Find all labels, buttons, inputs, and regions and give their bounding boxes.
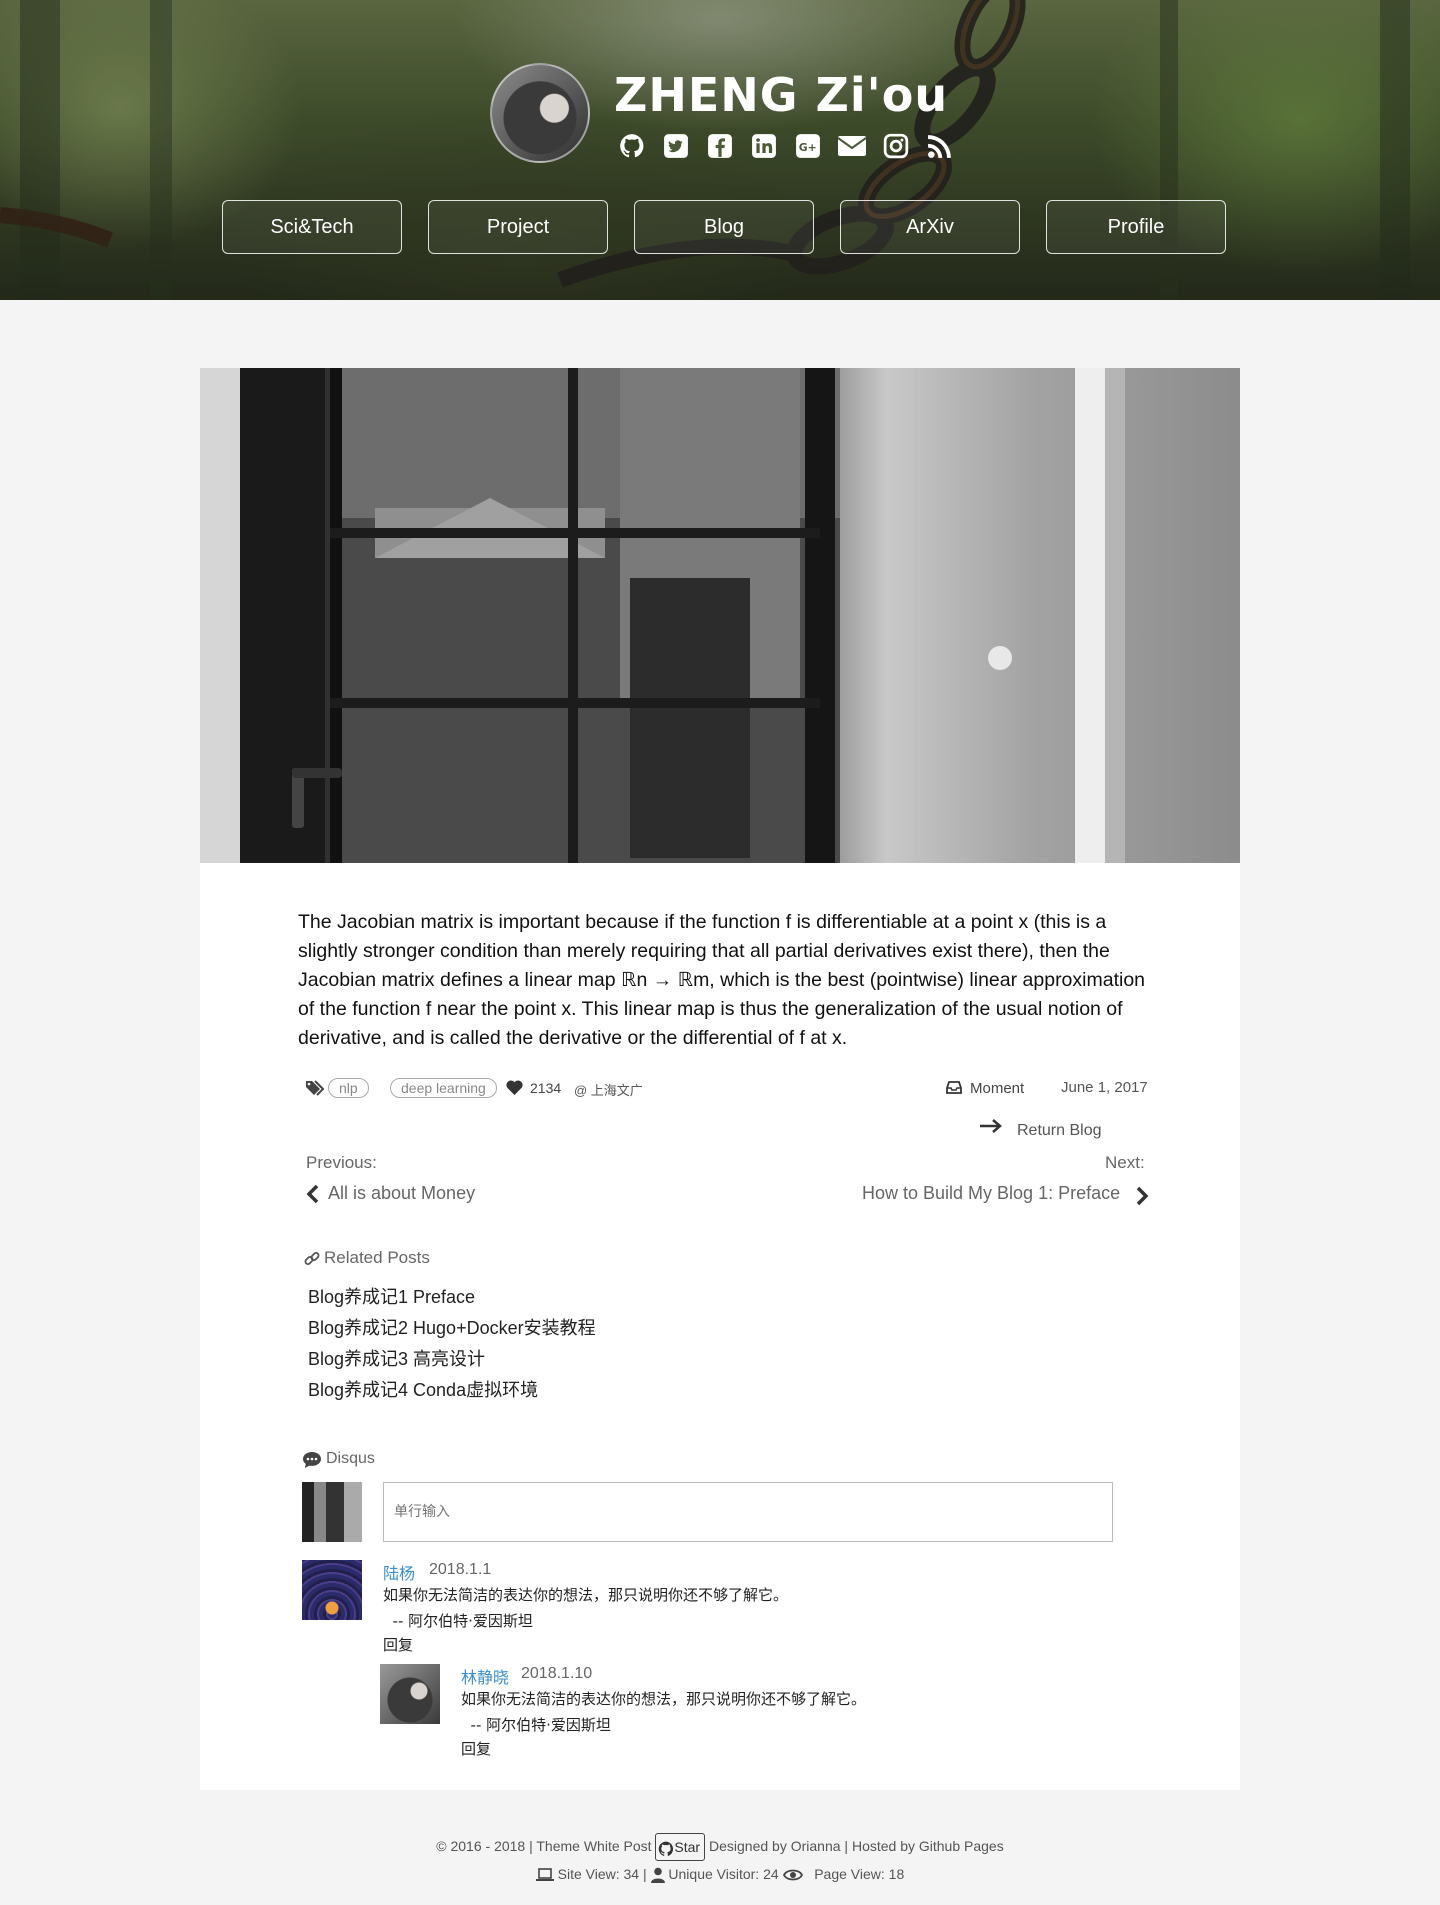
copyright: © 2016 - 2018 | Theme White Post <box>436 1838 652 1854</box>
related-posts-heading: Related Posts <box>304 1248 430 1268</box>
tag-deep-learning[interactable]: deep learning <box>390 1078 497 1098</box>
comment-author[interactable]: 林静晓 <box>461 1664 509 1688</box>
heart-icon[interactable] <box>506 1080 523 1098</box>
reply-button[interactable]: 回复 <box>461 1738 491 1759</box>
link-icon <box>304 1251 320 1272</box>
like-count: 2134 <box>530 1080 562 1096</box>
related-post-link[interactable]: Blog养成记3 高亮设计 <box>308 1344 596 1375</box>
post-location: @ 上海文广 <box>574 1083 643 1098</box>
arrow-right-icon <box>979 1118 1003 1139</box>
return-blog-link[interactable]: Return Blog <box>980 1119 1102 1140</box>
main-navigation: Sci&Tech Project Blog ArXiv Profile <box>222 200 1226 254</box>
hosted-by[interactable]: Hosted by Github Pages <box>852 1838 1004 1854</box>
mail-icon[interactable] <box>838 132 866 160</box>
github-icon[interactable] <box>618 132 646 160</box>
svg-text:G+: G+ <box>799 141 817 154</box>
page-view-count: Page View: 18 <box>814 1866 905 1882</box>
post-date: June 1, 2017 <box>1061 1079 1148 1096</box>
next-post-link[interactable]: How to Build My Blog 1: Preface <box>862 1183 1120 1204</box>
reply-button[interactable]: 回复 <box>383 1634 413 1655</box>
profile-avatar[interactable] <box>490 63 590 163</box>
site-view-count: Site View: 34 | <box>557 1866 647 1882</box>
related-posts-list: Blog养成记1 Preface Blog养成记2 Hugo+Docker安装教… <box>308 1282 596 1406</box>
related-post-link[interactable]: Blog养成记4 Conda虚拟环境 <box>308 1375 596 1406</box>
comment-avatar[interactable] <box>380 1664 440 1724</box>
comment-date: 2018.1.1 <box>429 1561 492 1578</box>
facebook-icon[interactable] <box>706 132 734 160</box>
laptop-icon <box>535 1868 554 1882</box>
comment-text: 如果你无法简洁的表达你的想法，那只说明你还不够了解它。 <box>461 1690 867 1708</box>
comment-avatar[interactable] <box>302 1560 362 1620</box>
related-post-link[interactable]: Blog养成记1 Preface <box>308 1282 596 1313</box>
unique-visitor-count: Unique Visitor: 24 <box>668 1866 779 1882</box>
chevron-right-icon[interactable] <box>1135 1186 1149 1211</box>
post-hero-image <box>200 368 1240 863</box>
comment-date: 2018.1.10 <box>521 1665 593 1682</box>
site-title[interactable]: ZHENG Zi'ou <box>614 68 948 122</box>
comment-input[interactable] <box>383 1482 1113 1542</box>
tags-icon <box>306 1080 326 1099</box>
github-icon <box>659 1841 674 1856</box>
related-post-link[interactable]: Blog养成记2 Hugo+Docker安装教程 <box>308 1313 596 1344</box>
comment-author[interactable]: 陆杨 <box>383 1560 415 1584</box>
instagram-icon[interactable] <box>882 132 910 160</box>
eye-icon <box>782 1869 803 1881</box>
site-header: ZHENG Zi'ou G+ Sci&Tech Project Blog ArX… <box>0 0 1440 300</box>
comment-quote: -- 阿尔伯特·爱因斯坦 <box>383 1612 533 1630</box>
post-category[interactable]: Moment <box>970 1080 1024 1097</box>
nav-sci-tech[interactable]: Sci&Tech <box>222 200 402 254</box>
user-icon <box>650 1867 665 1884</box>
post-card: The Jacobian matrix is important because… <box>200 368 1240 1790</box>
nav-arxiv[interactable]: ArXiv <box>840 200 1020 254</box>
nav-blog[interactable]: Blog <box>634 200 814 254</box>
current-user-avatar <box>302 1482 362 1542</box>
footer-stats: Site View: 34 | Unique Visitor: 24 Page … <box>0 1862 1440 1886</box>
nav-project[interactable]: Project <box>428 200 608 254</box>
social-links: G+ <box>618 132 954 160</box>
previous-label: Previous: <box>306 1153 377 1172</box>
post-meta: nlp deep learning 2134 @ 上海文广 Moment Jun… <box>306 1078 1156 1102</box>
google-plus-icon[interactable]: G+ <box>794 132 822 160</box>
footer-credits: © 2016 - 2018 | Theme White Post Star De… <box>0 1832 1440 1862</box>
next-label: Next: <box>1105 1153 1145 1172</box>
comment-quote: -- 阿尔伯特·爱因斯坦 <box>461 1716 611 1734</box>
chevron-left-icon[interactable] <box>306 1184 320 1209</box>
twitter-icon[interactable] <box>662 132 690 160</box>
previous-post-link[interactable]: All is about Money <box>328 1183 475 1204</box>
comments-heading: Disqus <box>302 1450 375 1468</box>
return-blog-label: Return Blog <box>1017 1122 1102 1139</box>
comment-text: 如果你无法简洁的表达你的想法，那只说明你还不够了解它。 <box>383 1586 789 1604</box>
comment-icon <box>302 1451 322 1474</box>
designed-by[interactable]: Designed by Orianna | <box>709 1838 848 1854</box>
github-star-button[interactable]: Star <box>655 1833 706 1862</box>
inbox-icon <box>946 1081 962 1097</box>
linkedin-icon[interactable] <box>750 132 778 160</box>
nav-profile[interactable]: Profile <box>1046 200 1226 254</box>
post-body: The Jacobian matrix is important because… <box>298 911 1146 1049</box>
tag-nlp[interactable]: nlp <box>328 1078 369 1098</box>
rss-icon[interactable] <box>926 132 954 160</box>
